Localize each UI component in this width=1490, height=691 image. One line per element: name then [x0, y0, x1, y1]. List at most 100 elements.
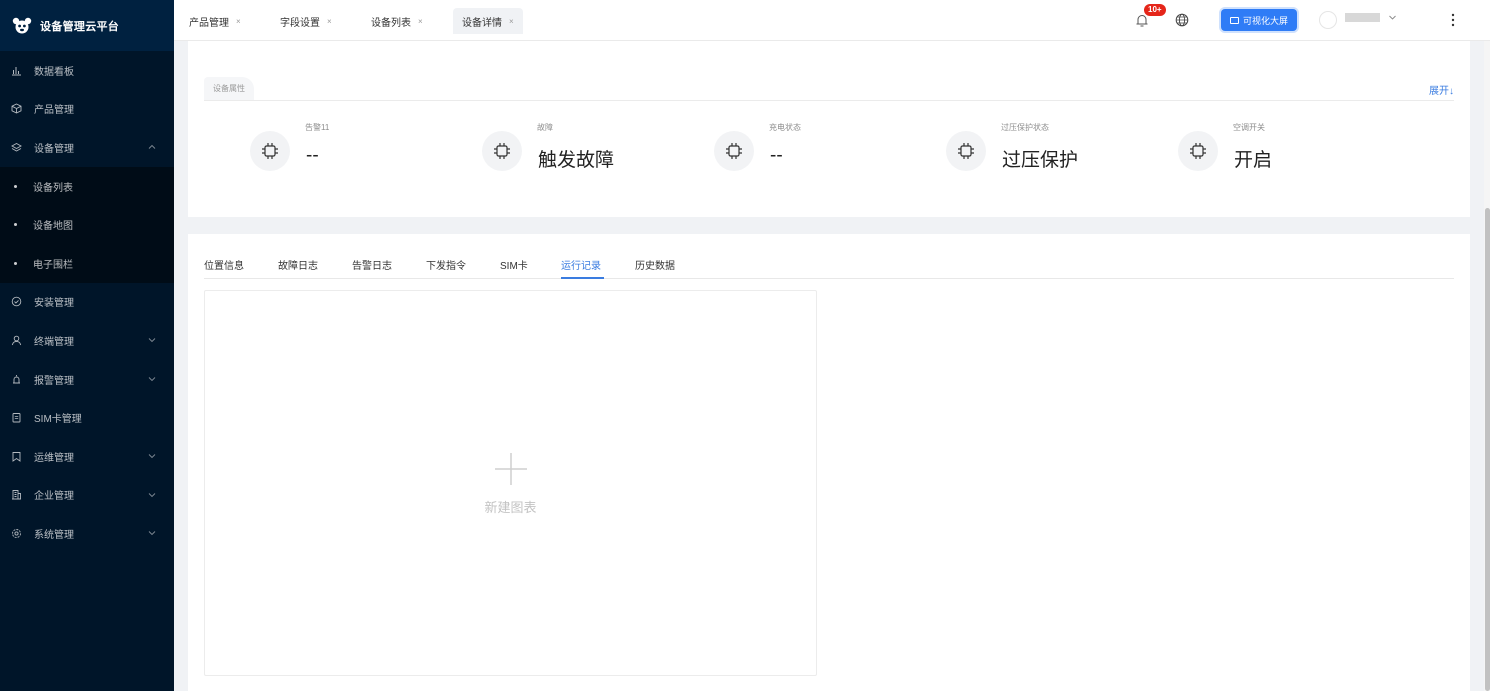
chip-icon-wrap	[250, 131, 290, 171]
chevron-down-icon	[148, 531, 156, 536]
bookmark-icon	[12, 451, 21, 462]
bullet-icon	[14, 223, 17, 227]
tab-field-settings[interactable]: 字段设置 ×	[271, 8, 341, 34]
sidebar-item-label: 设备管理	[34, 143, 74, 155]
chevron-up-icon	[148, 145, 156, 150]
sidebar-item-maintenance[interactable]: 运维管理	[0, 437, 174, 476]
sidebar-item-label: 产品管理	[34, 105, 74, 117]
tab-history-data[interactable]: 历史数据	[635, 257, 675, 272]
sidebar-item-device-map[interactable]: 设备地图	[0, 205, 174, 244]
bar-chart-icon	[12, 66, 21, 76]
logo[interactable]: 设备管理云平台	[0, 0, 174, 51]
sidebar-item-device-list[interactable]: 设备列表	[0, 167, 174, 206]
attributes-tab[interactable]: 设备属性	[204, 77, 254, 100]
tab-label: 字段设置	[280, 17, 320, 29]
attribute-value: 开启	[1234, 150, 1273, 171]
new-chart-label[interactable]: 新建图表	[205, 497, 816, 516]
gear-icon	[12, 528, 21, 538]
sidebar-item-dashboard[interactable]: 数据看板	[0, 51, 174, 90]
active-tab-indicator	[561, 277, 604, 279]
bigscreen-button[interactable]: 可视化大屏	[1221, 9, 1297, 31]
bullet-icon	[14, 261, 17, 265]
sidebar-item-label: 设备地图	[33, 221, 73, 233]
attribute-value: --	[306, 145, 319, 166]
expand-link[interactable]: 展开↓	[1429, 82, 1454, 97]
header: 产品管理 × 字段设置 × 设备列表 × 设备详情 × 10+ 可视化大屏	[174, 0, 1490, 41]
tab-location-info[interactable]: 位置信息	[204, 257, 244, 272]
chip-icon-wrap	[1178, 131, 1218, 171]
close-icon[interactable]: ×	[327, 17, 332, 26]
tab-device-list[interactable]: 设备列表 ×	[362, 8, 432, 34]
layers-icon	[11, 142, 22, 152]
chip-icon-wrap	[714, 131, 754, 171]
sidebar-item-enterprise[interactable]: 企业管理	[0, 476, 174, 515]
sidebar-item-geofence[interactable]: 电子围栏	[0, 244, 174, 283]
chevron-down-icon	[148, 338, 156, 343]
screen-icon	[1229, 16, 1239, 24]
plus-icon[interactable]	[494, 452, 528, 486]
tab-send-command[interactable]: 下发指令	[426, 257, 466, 272]
chip-icon	[958, 143, 974, 159]
chip-icon	[494, 143, 510, 159]
bigscreen-label: 可视化大屏	[1242, 15, 1288, 26]
building-icon	[12, 490, 21, 500]
close-icon[interactable]: ×	[418, 17, 423, 26]
sidebar-item-label: 终端管理	[34, 336, 74, 348]
attribute-label: 告警11	[305, 123, 330, 132]
notification-badge: 10+	[1144, 4, 1166, 16]
chip-icon	[726, 143, 742, 159]
sidebar-item-label: 安装管理	[34, 298, 74, 310]
sidebar-item-label: 企业管理	[34, 491, 74, 503]
tabs-divider	[204, 278, 1454, 279]
sidebar-item-label: 运维管理	[34, 452, 74, 464]
more-vertical-icon[interactable]	[1451, 12, 1455, 28]
close-icon[interactable]: ×	[509, 17, 514, 26]
sidebar-item-label: 系统管理	[34, 529, 74, 541]
new-chart-panel[interactable]: 新建图表	[204, 290, 817, 676]
sidebar-item-alarms[interactable]: 报警管理	[0, 360, 174, 399]
app-title: 设备管理云平台	[40, 20, 120, 33]
tab-fault-log[interactable]: 故障日志	[278, 257, 318, 272]
user-icon	[11, 335, 22, 346]
sidebar-item-label: 报警管理	[34, 375, 74, 387]
sidebar-item-label: 电子围栏	[33, 259, 73, 271]
tab-sim-card[interactable]: SIM卡	[500, 257, 528, 272]
username-placeholder[interactable]	[1345, 13, 1380, 22]
chevron-down-icon[interactable]	[1388, 13, 1397, 22]
tab-run-records[interactable]: 运行记录	[561, 257, 601, 272]
tab-label: 设备详情	[462, 17, 502, 29]
logo-icon	[12, 17, 32, 33]
chip-icon-wrap	[946, 131, 986, 171]
sidebar-menu: 数据看板 产品管理 设备管理 设备列表 设备地图 电子围栏 安装管理 终端管理 …	[0, 51, 174, 553]
sidebar-item-products[interactable]: 产品管理	[0, 90, 174, 129]
tab-alarm-log[interactable]: 告警日志	[352, 257, 392, 272]
sidebar-item-devices[interactable]: 设备管理	[0, 128, 174, 167]
divider	[204, 100, 1454, 101]
sidebar-item-label: 数据看板	[34, 66, 74, 78]
sidebar-item-label: 设备列表	[33, 182, 73, 194]
device-attributes-card: 设备属性 展开↓ 告警11 -- 故障 触发故障 充电状态 -- 过压保护状态 …	[188, 41, 1470, 217]
attribute-label: 空调开关	[1233, 123, 1265, 132]
alarm-icon	[13, 374, 20, 383]
close-icon[interactable]: ×	[236, 17, 241, 26]
tab-product-management[interactable]: 产品管理 ×	[180, 8, 250, 34]
chip-icon-wrap	[482, 131, 522, 171]
chevron-down-icon	[148, 377, 156, 382]
sidebar-item-terminals[interactable]: 终端管理	[0, 321, 174, 360]
bullet-icon	[14, 184, 17, 188]
chevron-down-icon	[148, 454, 156, 459]
scrollbar-thumb[interactable]	[1485, 208, 1490, 691]
chip-icon	[1190, 143, 1206, 159]
tab-device-detail[interactable]: 设备详情 ×	[453, 8, 523, 34]
records-card: 位置信息 故障日志 告警日志 下发指令 SIM卡 运行记录 历史数据 新建图表	[188, 234, 1470, 691]
sidebar-item-system[interactable]: 系统管理	[0, 514, 174, 553]
attribute-value: 过压保护	[1002, 150, 1079, 171]
avatar[interactable]	[1319, 11, 1337, 29]
chevron-down-icon	[148, 493, 156, 497]
tab-label: 产品管理	[189, 17, 229, 29]
globe-icon[interactable]	[1175, 13, 1189, 27]
sidebar-item-installation[interactable]: 安装管理	[0, 283, 174, 322]
attribute-label: 故障	[537, 123, 553, 132]
attribute-label: 充电状态	[769, 123, 801, 132]
sidebar-item-sim[interactable]: SIM卡管理	[0, 398, 174, 437]
